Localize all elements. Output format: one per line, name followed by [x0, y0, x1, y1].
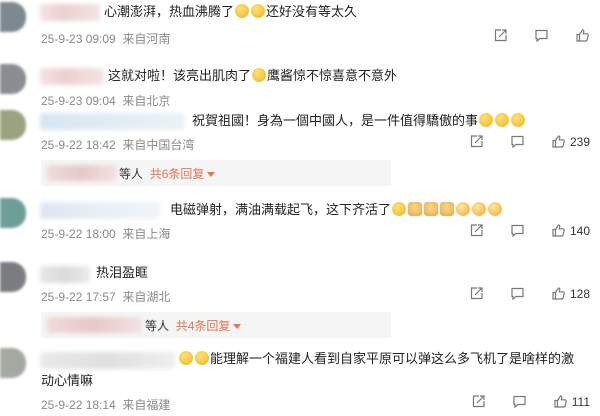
comment-text: 心潮澎湃，热血沸腾了 还好没有等太久	[104, 4, 358, 19]
comment-icon[interactable]	[510, 223, 525, 238]
crying-emoji-icon	[252, 68, 267, 82]
comment-text: 这就对啦！该亮出肌肉了 鹰酱惊不惊喜意不意外	[108, 68, 398, 83]
comment-time: 25-9-22 17:57	[41, 290, 116, 304]
thumbs-up-emoji-icon	[408, 202, 423, 216]
comment-item: 心潮澎湃，热血沸腾了 还好没有等太久 25-9-23 09:09 来自河南	[0, 0, 600, 52]
reply-preview[interactable]: 等人 共6条回复	[41, 160, 391, 186]
reply-preview[interactable]: 等人 共4条回复	[41, 312, 391, 338]
surprised-emoji-icon	[456, 202, 471, 216]
comment-item: 电磁弹射，满油满载起飞，这下齐活了 25-9-22 18:00 来自上海 140	[0, 196, 600, 250]
comment-meta: 25-9-23 09:04 来自北京	[41, 92, 170, 109]
crying-emoji-icon	[195, 351, 209, 365]
share-icon[interactable]	[469, 223, 484, 238]
avatar[interactable]	[0, 198, 26, 228]
like-button[interactable]: 140	[551, 223, 590, 238]
thumbs-up-icon[interactable]	[575, 28, 590, 43]
comment-item: 这就对啦！该亮出肌肉了 鹰酱惊不惊喜意不意外 25-9-23 09:04 来自北京	[0, 62, 600, 110]
reply-users-blurred	[47, 165, 117, 181]
comment-meta: 25-9-22 18:42 来自中国台湾	[41, 136, 194, 153]
smile-emoji-icon	[392, 202, 407, 216]
comment-location: 来自中国台湾	[122, 138, 195, 152]
comment-icon[interactable]	[534, 28, 549, 43]
comment-item: 能理解一个福建人看到自家平原可以弹这么多飞机了是啥样的激 动心情嘛 25-9-2…	[0, 346, 600, 416]
reply-users-suffix: 等人	[119, 167, 144, 181]
username-blurred[interactable]	[40, 113, 185, 130]
comment-actions	[467, 28, 590, 43]
comment-location: 来自湖北	[122, 290, 171, 304]
comment-actions: 239	[443, 134, 590, 149]
smile-emoji-icon	[479, 113, 494, 127]
crying-emoji-icon	[235, 4, 250, 18]
thumbs-up-icon	[552, 287, 565, 300]
comment-list: 心潮澎湃，热血沸腾了 还好没有等太久 25-9-23 09:09 来自河南 这就对…	[0, 0, 600, 416]
comment-icon[interactable]	[510, 134, 525, 149]
comment-meta: 25-9-22 18:00 来自上海	[41, 225, 170, 242]
view-replies-link[interactable]: 共4条回复	[176, 319, 231, 333]
username-blurred[interactable]	[40, 68, 104, 85]
comment-meta: 25-9-23 09:09 来自河南	[41, 30, 170, 47]
like-button[interactable]: 128	[551, 286, 590, 301]
comment-text: 祝賀祖國！身為一個中國人，是一件值得驕傲的事	[192, 112, 526, 130]
comment-icon[interactable]	[512, 394, 527, 409]
share-icon[interactable]	[469, 134, 484, 149]
reply-users-suffix: 等人	[145, 319, 170, 333]
comment-actions: 128	[443, 286, 590, 301]
comment-time: 25-9-22 18:42	[41, 138, 116, 152]
avatar[interactable]	[0, 262, 26, 292]
avatar[interactable]	[0, 110, 26, 140]
view-replies-link[interactable]: 共6条回复	[150, 167, 205, 181]
share-icon[interactable]	[469, 286, 484, 301]
comment-location: 来自河南	[122, 32, 171, 46]
comment-item: 热泪盈眶 25-9-22 17:57 来自湖北 128 等人 共4条回复	[0, 260, 600, 344]
thumbs-up-emoji-icon	[424, 202, 439, 216]
like-count: 111	[571, 394, 590, 409]
like-count: 140	[569, 223, 590, 238]
username-blurred[interactable]	[40, 266, 90, 283]
comment-location: 来自福建	[122, 398, 171, 412]
avatar[interactable]	[0, 64, 26, 94]
comment-actions: 140	[443, 223, 590, 238]
like-button[interactable]: 239	[551, 134, 590, 149]
comment-item: 祝賀祖國！身為一個中國人，是一件值得驕傲的事 25-9-22 18:42 来自中…	[0, 108, 600, 192]
comment-time: 25-9-22 18:00	[41, 227, 116, 241]
crying-emoji-icon	[179, 351, 193, 365]
like-count: 239	[569, 134, 590, 149]
share-icon[interactable]	[493, 28, 508, 43]
username-blurred[interactable]	[40, 4, 100, 21]
smile-emoji-icon	[495, 113, 510, 127]
comment-text: 热泪盈眶	[96, 265, 149, 280]
thumbs-up-icon	[554, 395, 567, 408]
comment-time: 25-9-23 09:04	[41, 94, 116, 108]
username-blurred[interactable]	[40, 352, 175, 369]
thumbs-up-emoji-icon	[440, 202, 455, 216]
chevron-down-icon	[207, 172, 216, 177]
like-button[interactable]: 111	[553, 394, 590, 409]
username-blurred[interactable]	[40, 202, 160, 219]
comment-location: 来自上海	[122, 227, 171, 241]
thumbs-up-icon	[552, 224, 565, 237]
avatar[interactable]	[0, 348, 26, 378]
comment-icon[interactable]	[510, 286, 525, 301]
comment-time: 25-9-23 09:09	[41, 32, 116, 46]
comment-actions: 111	[445, 394, 590, 409]
avatar[interactable]	[0, 2, 26, 32]
comment-meta: 25-9-22 17:57 来自湖北	[41, 288, 170, 305]
crying-emoji-icon	[251, 4, 266, 18]
comment-time: 25-9-22 18:14	[41, 398, 116, 412]
smile-emoji-icon	[511, 113, 526, 127]
surprised-emoji-icon	[488, 202, 503, 216]
comment-text-continued: 动心情嘛	[41, 373, 94, 388]
reply-users-blurred	[47, 317, 142, 333]
comment-location: 来自北京	[122, 94, 171, 108]
comment-text: 电磁弹射，满油满载起飞，这下齐活了	[170, 201, 503, 219]
surprised-emoji-icon	[472, 202, 487, 216]
comment-meta: 25-9-22 18:14 来自福建	[41, 396, 170, 413]
thumbs-up-icon	[552, 135, 565, 148]
like-count: 128	[569, 286, 590, 301]
chevron-down-icon	[233, 324, 242, 329]
share-icon[interactable]	[471, 394, 486, 409]
comment-text: 能理解一个福建人看到自家平原可以弹这么多飞机了是啥样的激	[178, 350, 574, 368]
